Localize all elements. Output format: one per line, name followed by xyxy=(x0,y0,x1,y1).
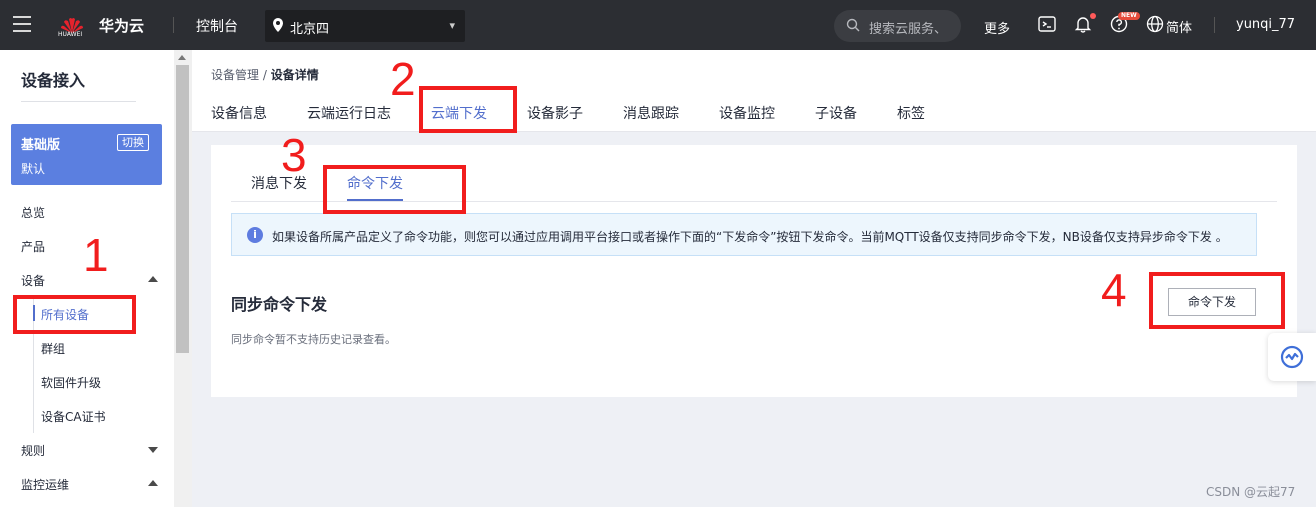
annotation-number-3: 3 xyxy=(281,129,307,181)
brand-name[interactable]: 华为云 xyxy=(99,15,144,36)
sidebar-title: 设备接入 xyxy=(21,71,86,90)
divider xyxy=(173,17,174,33)
breadcrumb: 设备管理 / 设备详情 xyxy=(211,66,319,83)
chevron-down-icon[interactable] xyxy=(148,447,158,453)
terminal-icon[interactable] xyxy=(1037,14,1057,34)
scrollbar-thumb[interactable] xyxy=(176,65,189,353)
top-nav-bar: HUAWEI 华为云 控制台 北京四 ▾ 搜索云服务、 更多 NEW 简体 yu… xyxy=(0,0,1316,50)
sidebar-item-groups[interactable]: 群组 xyxy=(41,340,65,357)
region-select[interactable]: 北京四 ▾ xyxy=(265,10,465,42)
sidebar-item-devices[interactable]: 设备 xyxy=(21,272,45,289)
breadcrumb-separator: / xyxy=(259,68,271,82)
language-switch[interactable]: 简体 xyxy=(1166,17,1192,36)
region-value: 北京四 xyxy=(290,22,330,37)
location-pin-icon xyxy=(273,18,283,32)
sidebar-item-overview[interactable]: 总览 xyxy=(21,204,45,221)
annotation-box-3 xyxy=(323,165,466,214)
annotation-box-1 xyxy=(13,295,136,334)
console-link[interactable]: 控制台 xyxy=(196,16,238,36)
sidebar-item-products[interactable]: 产品 xyxy=(21,238,45,255)
chevron-down-icon: ▾ xyxy=(449,19,455,32)
new-badge: NEW xyxy=(1118,12,1140,20)
hamburger-menu-icon[interactable] xyxy=(13,16,31,32)
tab-tags[interactable]: 标签 xyxy=(897,103,925,123)
user-menu[interactable]: yunqi_77 xyxy=(1236,17,1295,32)
sidebar-item-monitoring[interactable]: 监控运维 xyxy=(21,476,69,493)
info-icon: i xyxy=(247,227,263,243)
breadcrumb-parent[interactable]: 设备管理 xyxy=(211,68,259,82)
info-text: 如果设备所属产品定义了命令功能，则您可以通过应用调用平台接口或者操作下面的“下发… xyxy=(272,230,1228,244)
switch-edition-button[interactable]: 切换 xyxy=(117,134,149,151)
edition-default-label: 默认 xyxy=(21,162,46,176)
floating-assistant-button[interactable] xyxy=(1268,333,1316,381)
section-title: 同步命令下发 xyxy=(231,295,328,314)
section-description: 同步命令暂不支持历史记录查看。 xyxy=(231,333,396,346)
search-placeholder: 搜索云服务、 xyxy=(869,22,948,37)
tab-device-info[interactable]: 设备信息 xyxy=(211,103,267,123)
annotation-number-1: 1 xyxy=(83,229,109,281)
tab-message-trace[interactable]: 消息跟踪 xyxy=(623,103,679,123)
page-header: 设备管理 / 设备详情 设备信息 云端运行日志 云端下发 设备影子 消息跟踪 设… xyxy=(192,50,1316,132)
info-banner: i 如果设备所属产品定义了命令功能，则您可以通过应用调用平台接口或者操作下面的“… xyxy=(231,213,1257,256)
tab-device-shadow[interactable]: 设备影子 xyxy=(527,103,583,123)
logo-subtext: HUAWEI xyxy=(58,31,83,38)
watermark: CSDN @云起77 xyxy=(1206,485,1296,499)
sidebar-item-rules[interactable]: 规则 xyxy=(21,442,45,459)
sidebar-item-device-ca-cert[interactable]: 设备CA证书 xyxy=(41,408,106,425)
edition-card: 基础版 切换 默认 xyxy=(11,124,162,185)
annotation-number-4: 4 xyxy=(1101,264,1127,316)
annotation-number-2: 2 xyxy=(390,53,416,105)
globe-icon[interactable] xyxy=(1146,15,1164,33)
notification-dot xyxy=(1090,13,1096,19)
scroll-up-arrow-icon[interactable] xyxy=(178,55,186,60)
tab-child-devices[interactable]: 子设备 xyxy=(815,103,857,123)
edition-name: 基础版 xyxy=(21,138,61,153)
divider xyxy=(1214,17,1215,33)
annotation-box-4 xyxy=(1149,272,1285,329)
assistant-icon xyxy=(1280,345,1304,369)
search-icon xyxy=(846,18,860,32)
more-menu[interactable]: 更多 xyxy=(984,18,1010,37)
search-input[interactable]: 搜索云服务、 xyxy=(834,10,961,42)
divider xyxy=(21,101,136,102)
sidebar-item-firmware-upgrade[interactable]: 软固件升级 xyxy=(41,374,101,391)
chevron-up-icon[interactable] xyxy=(148,276,158,282)
tab-device-monitoring[interactable]: 设备监控 xyxy=(719,103,775,123)
chevron-up-icon[interactable] xyxy=(148,480,158,486)
breadcrumb-current: 设备详情 xyxy=(270,68,319,82)
tab-cloud-run-log[interactable]: 云端运行日志 xyxy=(307,103,391,123)
annotation-box-2 xyxy=(419,86,517,133)
